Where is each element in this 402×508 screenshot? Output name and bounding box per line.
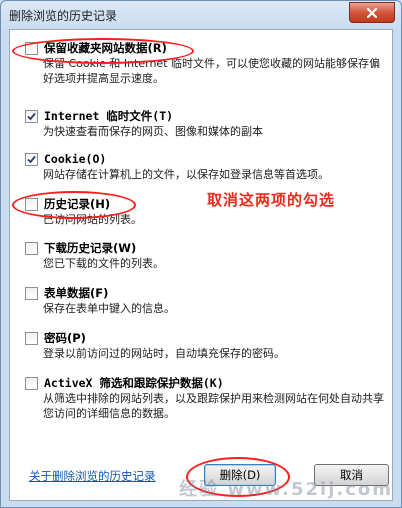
options-panel: 保留收藏夹网站数据(R) 保留 Cookie 和 Internet 临时文件，可…: [9, 29, 393, 501]
temp-files-label[interactable]: Internet 临时文件(T): [44, 109, 173, 123]
cookies-description: 网站存储在计算机上的文件，以保存如登录信息等首选项。: [43, 168, 329, 181]
close-button[interactable]: [349, 2, 395, 23]
option-preserve-favorites: 保留收藏夹网站数据(R) 保留 Cookie 和 Internet 临时文件，可…: [25, 41, 387, 86]
option-passwords: 密码(P) 登录以前访问过的网站时，自动填充保存的密码。: [25, 331, 387, 361]
cookies-label[interactable]: Cookie(O): [44, 152, 106, 166]
history-label[interactable]: 历史记录(H): [44, 197, 110, 211]
option-temp-files: Internet 临时文件(T) 为快速查看而保存的网页、图像和媒体的副本: [25, 109, 387, 139]
form-data-checkbox[interactable]: [25, 287, 38, 300]
dialog-window: 删除浏览的历史记录 保留收藏夹网站数据(R) 保留 Cookie 和 Inter…: [0, 0, 402, 508]
option-activex: ActiveX 筛选和跟踪保护数据(K) 从筛选中排除的网站列表，以及跟踪保护用…: [25, 376, 387, 421]
cookies-checkbox[interactable]: [25, 153, 38, 166]
option-download-history: 下载历史记录(W) 您已下载的文件的列表。: [25, 241, 387, 271]
activex-checkbox[interactable]: [25, 377, 38, 390]
history-description: 已访问网站的列表。: [43, 213, 142, 226]
about-delete-history-link[interactable]: 关于删除浏览的历史记录: [29, 468, 156, 484]
history-checkbox[interactable]: [25, 198, 38, 211]
temp-files-description: 为快速查看而保存的网页、图像和媒体的副本: [43, 125, 263, 138]
option-form-data: 表单数据(F) 保存在表单中键入的信息。: [25, 286, 387, 316]
option-cookies: Cookie(O) 网站存储在计算机上的文件，以保存如登录信息等首选项。: [25, 152, 387, 182]
activex-description: 从筛选中排除的网站列表，以及跟踪保护用来检测网站在何处自动共享您访问的详细信息的…: [43, 392, 384, 420]
preserve-favorites-description: 保留 Cookie 和 Internet 临时文件，可以使您收藏的网站能够保存偏…: [43, 57, 380, 85]
preserve-favorites-checkbox[interactable]: [25, 42, 38, 55]
passwords-label[interactable]: 密码(P): [44, 331, 86, 345]
temp-files-checkbox[interactable]: [25, 110, 38, 123]
title-bar[interactable]: 删除浏览的历史记录: [1, 1, 401, 29]
passwords-checkbox[interactable]: [25, 332, 38, 345]
watermark: 经验 www.52ij.com: [179, 479, 393, 500]
form-data-description: 保存在表单中键入的信息。: [43, 302, 175, 315]
form-data-label[interactable]: 表单数据(F): [44, 286, 108, 300]
passwords-description: 登录以前访问过的网站时，自动填充保存的密码。: [43, 347, 285, 360]
download-history-checkbox[interactable]: [25, 242, 38, 255]
close-icon: [366, 7, 378, 18]
checkmark-icon: [27, 112, 36, 121]
annotation-text: 取消这两项的勾选: [207, 191, 336, 209]
download-history-description: 您已下载的文件的列表。: [43, 257, 164, 270]
activex-label[interactable]: ActiveX 筛选和跟踪保护数据(K): [44, 376, 224, 390]
window-title: 删除浏览的历史记录: [9, 9, 118, 23]
checkmark-icon: [27, 155, 36, 164]
preserve-favorites-label[interactable]: 保留收藏夹网站数据(R): [44, 41, 167, 55]
download-history-label[interactable]: 下载历史记录(W): [44, 241, 136, 255]
